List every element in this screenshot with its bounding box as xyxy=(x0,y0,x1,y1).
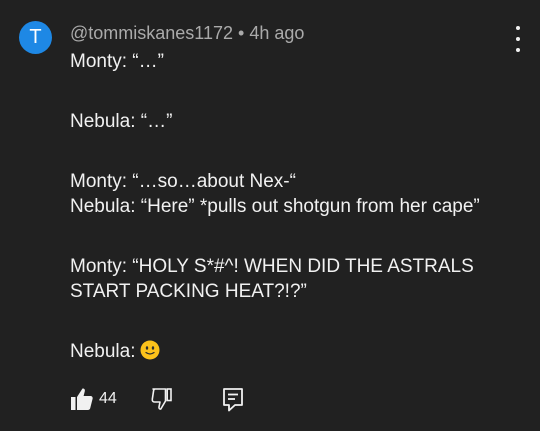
comment-line: Monty: “HOLY S*#^! WHEN DID THE ASTRALS xyxy=(70,256,474,277)
timestamp[interactable]: 4h ago xyxy=(249,23,304,43)
author-name[interactable]: @tommiskanes1172 xyxy=(70,23,233,43)
comment-line-text: Nebula: xyxy=(70,341,136,362)
separator: • xyxy=(238,23,245,43)
comment-line: Monty: “…so…about Nex-“ xyxy=(70,171,296,192)
comment-line: Monty: “…” xyxy=(70,51,164,72)
thumbs-down-icon[interactable] xyxy=(150,386,174,412)
like-count: 44 xyxy=(99,390,117,407)
menu-dot xyxy=(516,26,520,30)
comment-header: @tommiskanes1172 • 4h ago xyxy=(70,23,304,44)
comment-line: START PACKING HEAT?!?” xyxy=(70,281,307,302)
menu-dot xyxy=(516,37,520,41)
comment-line: Nebula: “…” xyxy=(70,111,173,132)
comment-line-last: Nebula: xyxy=(70,339,530,364)
slightly-smiling-face-icon xyxy=(140,340,159,360)
thumbs-up-icon[interactable] xyxy=(70,386,94,412)
comment-card: T @tommiskanes1172 • 4h ago Monty: “…” Neb… xyxy=(0,0,540,431)
reply-icon[interactable] xyxy=(222,387,244,413)
avatar[interactable]: T xyxy=(19,21,52,54)
comment-line: Nebula: “Here” *pulls out shotgun from h… xyxy=(70,196,480,217)
comment-body: Monty: “…” Nebula: “…” Monty: “…so…about… xyxy=(70,49,530,364)
comment-actions: 44 xyxy=(70,386,270,414)
